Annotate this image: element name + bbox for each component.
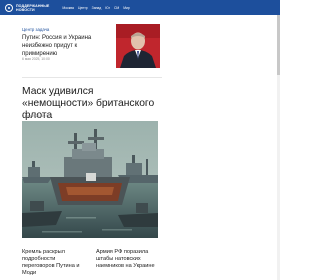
nav-item-world[interactable]: Мир: [123, 6, 130, 10]
logo-icon: [5, 3, 13, 12]
nav-item-sm[interactable]: СМ: [114, 6, 119, 10]
news-card-thumbnail[interactable]: [116, 24, 160, 68]
main-nav: Москва Центр Запад Юг СМ Мир: [62, 6, 129, 10]
news-card-left-title[interactable]: Кремль раскрыл подробности переговоров П…: [22, 249, 84, 277]
top-navigation-bar: ПОДДЕРЖАННЫЕ НОВОСТИ Москва Центр Запад …: [0, 0, 280, 15]
news-card-right-title[interactable]: Армия РФ поразила штабы натовских наемни…: [96, 249, 162, 270]
site-logo[interactable]: ПОДДЕРЖАННЫЕ НОВОСТИ: [5, 0, 49, 15]
logo-text: ПОДДЕРЖАННЫЕ НОВОСТИ: [16, 4, 49, 12]
portrait-image: [116, 24, 160, 68]
main-article-image[interactable]: [22, 121, 158, 238]
scrollbar-thumb[interactable]: [277, 15, 280, 75]
news-card-title[interactable]: Путин: Россия и Украина неизбежно придут…: [22, 35, 114, 58]
news-card-date: 6 мая 2025, 10:00: [22, 57, 50, 61]
nav-item-west[interactable]: Запад: [92, 6, 102, 10]
nav-item-south[interactable]: Юг: [105, 6, 110, 10]
main-headline-date: 6 мая 2025, 10:02: [22, 114, 50, 118]
logo-line-2: НОВОСТИ: [16, 7, 35, 12]
section-divider: [22, 77, 162, 78]
news-category-tag[interactable]: Центр задача: [22, 27, 49, 32]
warships-image: [22, 121, 158, 238]
nav-item-moscow[interactable]: Москва: [62, 6, 74, 10]
nav-item-center[interactable]: Центр: [78, 6, 88, 10]
